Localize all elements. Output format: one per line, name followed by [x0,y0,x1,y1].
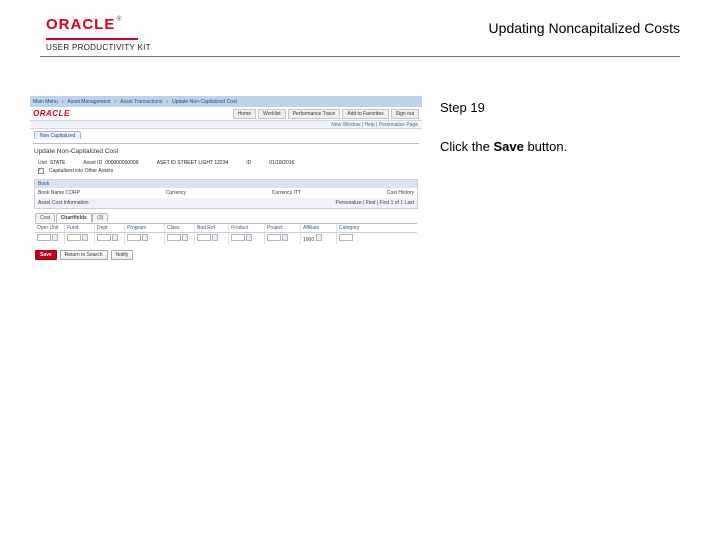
lookup-icon[interactable] [52,234,58,241]
return-to-search-button[interactable]: Return to Search [60,250,108,260]
grid-toolbar: Asset Cost Information Personalize | Fin… [35,198,417,208]
trademark-symbol: ® [116,16,121,23]
lookup-icon[interactable] [112,234,118,241]
chartfields-grid: Oper Unit Fund Dept Program Class Bud Re… [35,223,417,244]
oracle-logo: ORACLE [46,16,115,33]
breadcrumb-item: Update Non-Capitalized Cost [172,99,237,105]
col-fund: Fund [65,224,95,232]
dept-input[interactable] [97,234,111,241]
instructions-panel: Step 19 Click the Save button. [440,96,690,271]
asset-cost-info: Asset Cost Information [38,200,89,206]
lookup-icon[interactable] [246,234,252,241]
nav-performance[interactable]: Performance Trace [288,109,341,119]
save-word: Save [493,139,523,154]
book-row: Book Name CORP Currency Currency ITT Cos… [35,188,417,198]
col-dept: Dept [95,224,125,232]
fund-input[interactable] [67,234,81,241]
oper-unit-input[interactable] [37,234,51,241]
app-header-row: ORACLE Home Worklist Performance Trace A… [30,107,422,120]
product-input[interactable] [231,234,245,241]
page-title: Updating Noncapitalized Costs [489,20,680,36]
small-tabs: Cost Chartfields (3) [30,211,422,223]
grid-row: 1000 [35,233,417,244]
col-project: Project [265,224,301,232]
lookup-icon[interactable] [182,234,188,241]
cost-history-label: Cost History [387,190,414,196]
class-input[interactable] [167,234,181,241]
assetid-value: 000000000009 [105,160,138,166]
oracle-app-logo: ORACLE [33,109,70,118]
save-button[interactable]: Save [35,250,57,260]
nav-signout[interactable]: Sign out [391,109,419,119]
personalize-link[interactable]: Personalize | Find | [336,200,380,206]
breadcrumb-item: Main Menu [33,99,58,105]
section-title: Update Non-Capitalized Cost [30,145,422,159]
affiliate-value: 1000 [303,237,314,243]
col-oper-unit: Oper Unit [35,224,65,232]
currency2-value: ITT [293,190,301,196]
date-value: 01/18/2016 [269,160,294,166]
book-box-header: Book [35,180,417,188]
brand-subtitle: USER PRODUCTIVITY KIT [46,43,151,52]
form-row-2: Capitalized into Other Assets [30,167,422,175]
category-input[interactable] [339,234,353,241]
header-divider [40,56,680,57]
breadcrumb-item: Asset Transactions [120,99,162,105]
tab-third[interactable]: (3) [92,213,108,222]
step-instruction: Click the Save button. [440,137,690,157]
bookname-label: Book Name [38,190,64,196]
assetid-label: Asset ID [83,160,102,166]
asset-status: ASET ID STREET LIGHT 12234 [157,160,229,166]
lookup-icon[interactable] [142,234,148,241]
sub-nav: New Window | Help | Personalize Page [30,120,422,129]
breadcrumb-item: Asset Management [67,99,110,105]
book-box: Book Book Name CORP Currency Currency IT… [34,179,418,209]
lookup-icon[interactable] [82,234,88,241]
page-tab-row: Non Capitalized [30,129,422,141]
id-label: ID [246,160,251,166]
page-header: ORACLE® USER PRODUCTIVITY KIT Updating N… [0,16,720,66]
bookname-value: CORP [66,190,80,196]
breadcrumb-bar: Main Menu › Asset Management › Asset Tra… [30,96,422,107]
unit-value: STATE [50,160,65,166]
nav-favorites[interactable]: Add to Favorites [342,109,388,119]
grid-header: Oper Unit Fund Dept Program Class Bud Re… [35,224,417,233]
capitalized-checkbox[interactable] [38,168,44,174]
form-row-1: Unit STATE Asset ID 000000000009 ASET ID… [30,159,422,167]
brand-block: ORACLE® USER PRODUCTIVITY KIT [46,16,151,52]
tab-chartfields[interactable]: Chartfields [56,213,92,223]
lookup-icon[interactable] [282,234,288,241]
tab-non-capitalized[interactable]: Non Capitalized [34,131,81,139]
capitalized-label: Capitalized into Other Assets [49,168,113,174]
col-affiliate: Affiliate [301,224,337,232]
program-input[interactable] [127,234,141,241]
brand-rule [46,38,138,40]
currency2-label: Currency [272,190,292,196]
action-buttons: Save Return to Search Notify [30,246,422,264]
notify-button[interactable]: Notify [111,250,134,260]
currency-label: Currency [166,190,186,196]
tab-cost[interactable]: Cost [35,213,55,222]
col-budref: Bud Ref [195,224,229,232]
content-row: Main Menu › Asset Management › Asset Tra… [30,96,690,271]
col-program: Program [125,224,165,232]
col-category: Category [337,224,371,232]
divider [33,143,419,144]
nav-worklist[interactable]: Worklist [258,109,286,119]
step-number: Step 19 [440,100,690,115]
col-product: Product [229,224,265,232]
col-class: Class [165,224,195,232]
nav-home[interactable]: Home [233,109,256,119]
nav-first-last[interactable]: First 1 of 1 Last [380,200,414,206]
budref-input[interactable] [197,234,211,241]
app-screenshot: Main Menu › Asset Management › Asset Tra… [30,96,422,261]
project-input[interactable] [267,234,281,241]
lookup-icon[interactable] [316,234,322,241]
lookup-icon[interactable] [212,234,218,241]
